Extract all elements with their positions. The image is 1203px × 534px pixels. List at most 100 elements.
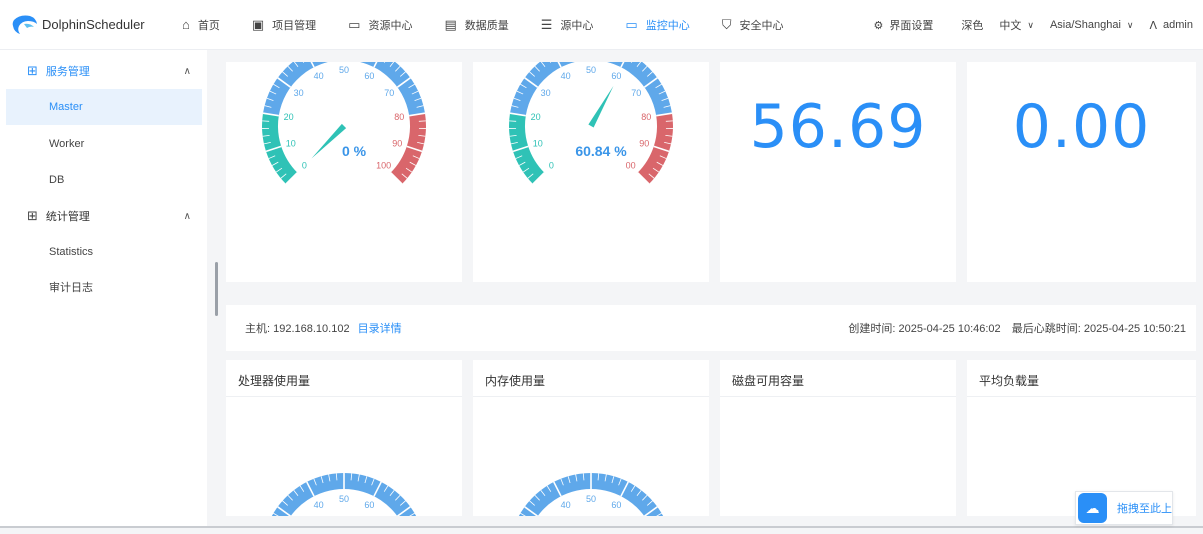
gauge-tick-label: 90 xyxy=(639,138,649,148)
sidebar-item-master[interactable]: Master xyxy=(6,89,202,125)
host-info-bar: 主机: 192.168.10.102 目录详情 创建时间: 2025-04-25… xyxy=(226,305,1196,351)
gauge-tick-label: 40 xyxy=(314,500,324,510)
scrollbar-thumb[interactable] xyxy=(215,262,218,316)
gauge-tick-label: 0 xyxy=(302,161,307,171)
panel-title: 平均负载量 xyxy=(979,374,1040,388)
nav-label: 源中心 xyxy=(560,19,594,32)
gauge-tick-label: 70 xyxy=(631,88,641,98)
gauge-tick-label: 20 xyxy=(531,112,541,122)
datasource-icon: ☰ xyxy=(540,17,553,32)
gauge-tick-label: 80 xyxy=(394,112,404,122)
nav-item-data-quality[interactable]: ▤ 数据质量 xyxy=(444,17,508,33)
grid-icon: ⊞ xyxy=(27,63,38,78)
gauge-card-cpu: 0 10 20 30 40 50 60 70 80 90 100 0 % xyxy=(226,62,462,282)
nav-item-monitor[interactable]: ▭ 监控中心 xyxy=(625,17,689,33)
sidebar: ⊞ 服务管理 ∧ Master Worker DB ⊞ 统计管理 ∧ Stati… xyxy=(0,50,207,526)
host-address: 主机: 192.168.10.102 xyxy=(245,323,350,335)
gauge-value: 60.84 % xyxy=(575,143,627,159)
gauge-tick-label: 00 xyxy=(626,161,636,171)
gauge-tick-label: 50 xyxy=(339,65,349,75)
app-logo[interactable]: DolphinScheduler xyxy=(10,12,160,38)
gauge-tick-label: 60 xyxy=(364,71,374,81)
user-icon: ꓥ xyxy=(1149,19,1158,32)
monitor-icon: ▭ xyxy=(625,17,638,32)
sidebar-group-label: 统计管理 xyxy=(45,211,90,223)
cloud-icon: ☁ xyxy=(1078,493,1107,523)
nav-right-area: ⚙ 界面设置 深色 中文 ∨ Asia/Shanghai ∨ ꓥ admin xyxy=(857,0,1193,50)
metric-card-2: 0.00 xyxy=(967,62,1196,282)
nav-item-resources[interactable]: ▭ 资源中心 xyxy=(348,17,412,33)
nav-item-projects[interactable]: ▣ 项目管理 xyxy=(252,17,316,33)
gauge-tick-label: 10 xyxy=(286,138,296,148)
language-select[interactable]: 中文 ∨ xyxy=(999,17,1034,33)
theme-toggle[interactable]: 深色 xyxy=(961,17,983,33)
gauge-tick-label: 30 xyxy=(541,88,551,98)
top-navbar: DolphinScheduler ⌂ 首页 ▣ 项目管理 ▭ 资源中心 ▤ 数据… xyxy=(0,0,1203,50)
gauge-tick-label: 30 xyxy=(294,88,304,98)
gauge-tick-label: 50 xyxy=(339,494,349,504)
nav-item-datasource[interactable]: ☰ 源中心 xyxy=(541,17,594,33)
sidebar-item-worker[interactable]: Worker xyxy=(0,126,207,162)
grid-icon: ⊞ xyxy=(27,208,38,223)
chevron-up-icon: ∧ xyxy=(183,210,191,222)
gauge-tick-label: 100 xyxy=(376,161,391,171)
metric-value: 56.69 xyxy=(749,92,927,162)
gauge-tick-label: 40 xyxy=(561,71,571,81)
timezone-label: Asia/Shanghai xyxy=(1049,19,1121,31)
panel-divider xyxy=(967,396,1196,397)
nav-label: 项目管理 xyxy=(272,19,317,32)
dolphin-logo-icon xyxy=(12,15,37,34)
user-menu[interactable]: ꓥ admin xyxy=(1150,19,1194,32)
chevron-down-icon: ∨ xyxy=(1027,19,1034,30)
partial-gauge-chart: 40 50 60 xyxy=(271,473,417,516)
gauge-needle xyxy=(311,123,347,159)
home-icon: ⌂ xyxy=(182,17,190,32)
gauge-chart: 0 10 20 30 40 50 60 70 80 90 100 0 % xyxy=(262,62,426,185)
ui-settings-label: 界面设置 xyxy=(889,20,934,32)
directory-details-link[interactable]: 目录详情 xyxy=(358,320,402,336)
bottom-divider xyxy=(0,526,1203,528)
sidebar-item-db[interactable]: DB xyxy=(0,162,207,198)
sidebar-group-service-management[interactable]: ⊞ 服务管理 ∧ xyxy=(0,53,207,89)
nav-label: 资源中心 xyxy=(368,19,413,32)
gauge-tick-label: 50 xyxy=(586,65,596,75)
sidebar-item-audit-log[interactable]: 审计日志 xyxy=(0,270,207,306)
gauge-tick-label: 60 xyxy=(611,500,621,510)
folder-icon: ▭ xyxy=(348,17,361,32)
gauge-tick-label: 40 xyxy=(314,71,324,81)
chevron-up-icon: ∧ xyxy=(183,65,191,77)
metric-value: 0.00 xyxy=(1012,92,1151,162)
nav-label: 安全中心 xyxy=(739,19,784,32)
drag-drop-widget[interactable]: ☁ 拖拽至此上 xyxy=(1075,491,1173,525)
metric-card-1: 56.69 xyxy=(720,62,956,282)
app-root: DolphinScheduler ⌂ 首页 ▣ 项目管理 ▭ 资源中心 ▤ 数据… xyxy=(0,0,1203,534)
nav-item-security[interactable]: ⛉ 安全中心 xyxy=(722,17,784,33)
panel-memory-usage: 内存使用量 40 50 60 xyxy=(473,360,709,516)
gauge-card-memory: 0 10 20 30 40 50 60 70 80 90 00 60.84 % xyxy=(473,62,709,282)
gauge-band xyxy=(509,113,545,184)
nav-label: 监控中心 xyxy=(645,19,690,32)
shield-icon: ⛉ xyxy=(721,17,732,32)
gauge-tick-label: 40 xyxy=(561,500,571,510)
ui-settings-button[interactable]: ⚙ 界面设置 xyxy=(873,17,933,33)
gauge-tick-label: 20 xyxy=(284,112,294,122)
panel-divider xyxy=(720,396,956,397)
gauge-tick-label: 50 xyxy=(586,494,596,504)
host-times: 创建时间: 2025-04-25 10:46:02 最后心跳时间: 2025-0… xyxy=(840,320,1186,336)
document-icon: ▤ xyxy=(444,17,457,32)
language-label: 中文 xyxy=(999,20,1022,32)
user-name: admin xyxy=(1163,19,1193,31)
partial-gauge-chart: 40 50 60 xyxy=(518,473,664,516)
gauge-tick-label: 80 xyxy=(641,112,651,122)
gauge-tick-label: 90 xyxy=(392,138,402,148)
gauge-band xyxy=(637,113,673,184)
gauge-tick-label: 60 xyxy=(611,71,621,81)
gauge-band xyxy=(390,113,426,184)
nav-item-home[interactable]: ⌂ 首页 xyxy=(182,17,220,33)
gauge-tick-label: 70 xyxy=(384,88,394,98)
panel-cpu-usage: 处理器使用量 40 50 60 xyxy=(226,360,462,516)
sidebar-item-statistics[interactable]: Statistics xyxy=(0,234,207,270)
sidebar-group-label: 服务管理 xyxy=(45,66,90,78)
sidebar-group-statistics-management[interactable]: ⊞ 统计管理 ∧ xyxy=(0,198,207,234)
timezone-select[interactable]: Asia/Shanghai ∨ xyxy=(1050,19,1134,31)
